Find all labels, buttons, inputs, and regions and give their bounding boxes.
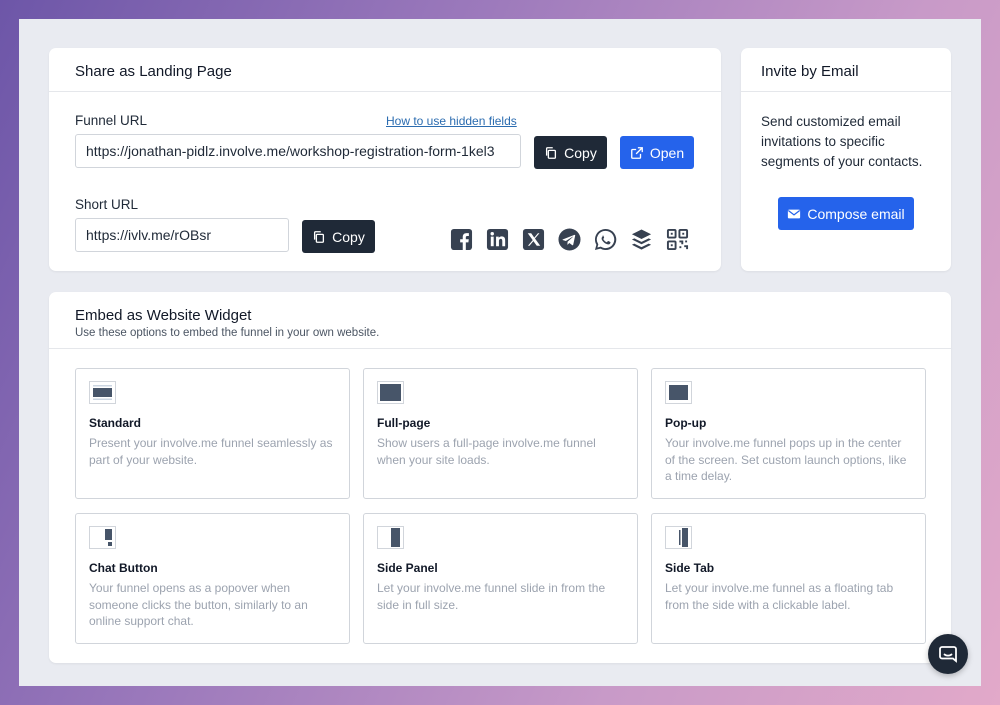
buffer-icon[interactable] bbox=[630, 228, 653, 251]
embed-option-popup[interactable]: Pop-up Your involve.me funnel pops up in… bbox=[651, 368, 926, 499]
embed-option-title: Side Tab bbox=[665, 561, 715, 575]
embed-option-side-tab[interactable]: Side Tab Let your involve.me funnel as a… bbox=[651, 513, 926, 644]
embed-option-title: Side Panel bbox=[377, 561, 438, 575]
standard-embed-icon bbox=[89, 381, 116, 404]
embed-option-description: Present your involve.me funnel seamlessl… bbox=[89, 436, 333, 467]
share-landing-card: Share as Landing Page Funnel URL How to … bbox=[49, 48, 721, 271]
facebook-icon[interactable] bbox=[450, 228, 473, 251]
short-url-input[interactable]: https://ivlv.me/rOBsr bbox=[75, 218, 289, 252]
embed-option-title: Full-page bbox=[377, 416, 431, 430]
embed-option-description: Your involve.me funnel pops up in the ce… bbox=[665, 436, 907, 483]
embed-widget-card: Embed as Website Widget Use these option… bbox=[49, 292, 951, 663]
copy-icon bbox=[314, 230, 325, 243]
funnel-url-label: Funnel URL bbox=[75, 113, 148, 128]
invite-description: Send customized email invitations to spe… bbox=[761, 114, 923, 169]
invite-card-title: Invite by Email bbox=[741, 48, 951, 92]
x-icon[interactable] bbox=[522, 228, 545, 251]
embed-option-description: Your funnel opens as a popover when some… bbox=[89, 581, 308, 628]
envelope-icon bbox=[788, 209, 801, 218]
invite-email-card: Invite by Email Send customized email in… bbox=[741, 48, 951, 271]
embed-option-title: Chat Button bbox=[89, 561, 158, 575]
chat-button-embed-icon bbox=[89, 526, 116, 549]
open-button[interactable]: Open bbox=[620, 136, 694, 169]
embed-option-title: Pop-up bbox=[665, 416, 707, 430]
embed-option-title: Standard bbox=[89, 416, 142, 430]
support-chat-button[interactable] bbox=[928, 634, 968, 674]
embed-option-chat-button[interactable]: Chat Button Your funnel opens as a popov… bbox=[75, 513, 350, 644]
telegram-icon[interactable] bbox=[558, 228, 581, 251]
external-link-icon bbox=[630, 146, 643, 159]
embed-card-subtitle: Use these options to embed the funnel in… bbox=[75, 327, 380, 339]
funnel-url-input[interactable]: https://jonathan-pidlz.involve.me/worksh… bbox=[75, 134, 521, 168]
copy-icon bbox=[546, 146, 557, 159]
funnel-copy-label: Copy bbox=[564, 144, 597, 161]
social-share-icons bbox=[450, 228, 689, 251]
embed-option-description: Show users a full-page involve.me funnel… bbox=[377, 436, 596, 467]
compose-email-label: Compose email bbox=[807, 205, 905, 222]
chat-bubble-icon bbox=[939, 646, 957, 663]
popup-embed-icon bbox=[665, 381, 692, 404]
embed-card-header: Embed as Website Widget Use these option… bbox=[49, 292, 951, 349]
short-copy-button[interactable]: Copy bbox=[302, 220, 375, 253]
full-page-embed-icon bbox=[377, 381, 404, 404]
compose-email-button[interactable]: Compose email bbox=[778, 197, 914, 230]
open-label: Open bbox=[649, 144, 685, 161]
embed-option-side-panel[interactable]: Side Panel Let your involve.me funnel sl… bbox=[363, 513, 638, 644]
side-panel-embed-icon bbox=[377, 526, 404, 549]
funnel-copy-button[interactable]: Copy bbox=[534, 136, 607, 169]
qr-code-icon[interactable] bbox=[666, 228, 689, 251]
embed-option-full-page[interactable]: Full-page Show users a full-page involve… bbox=[363, 368, 638, 499]
short-copy-label: Copy bbox=[332, 228, 365, 245]
embed-card-title: Embed as Website Widget bbox=[75, 307, 252, 324]
linkedin-icon[interactable] bbox=[486, 228, 509, 251]
hidden-fields-link[interactable]: How to use hidden fields bbox=[386, 114, 517, 128]
embed-option-description: Let your involve.me funnel slide in from… bbox=[377, 581, 606, 612]
side-tab-embed-icon bbox=[665, 526, 692, 549]
whatsapp-icon[interactable] bbox=[594, 228, 617, 251]
embed-option-standard[interactable]: Standard Present your involve.me funnel … bbox=[75, 368, 350, 499]
short-url-label: Short URL bbox=[75, 197, 139, 212]
embed-option-description: Let your involve.me funnel as a floating… bbox=[665, 581, 894, 612]
share-card-title: Share as Landing Page bbox=[49, 48, 721, 92]
